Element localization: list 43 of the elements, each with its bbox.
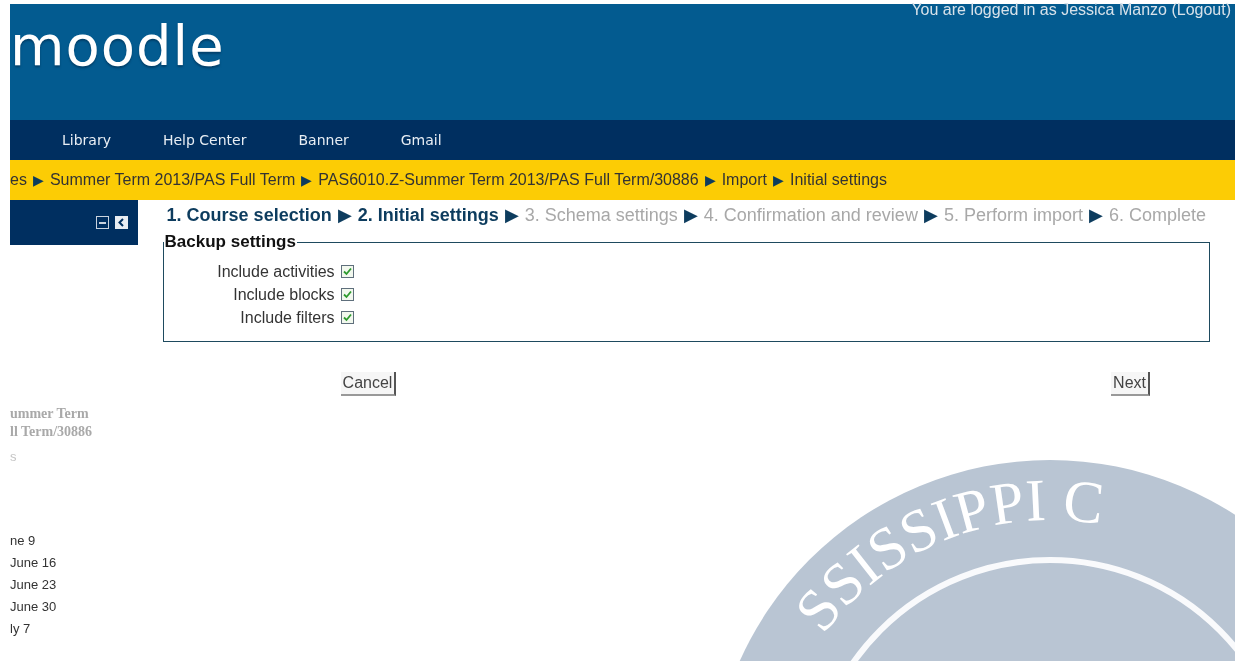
progress-step: 1. Course selection bbox=[166, 205, 332, 225]
nav-link[interactable]: Library bbox=[62, 132, 111, 148]
breadcrumb-link[interactable]: Summer Term 2013/PAS Full Term bbox=[49, 171, 296, 189]
checkbox[interactable] bbox=[340, 265, 354, 278]
cancel-button[interactable]: Cancel bbox=[340, 372, 397, 396]
next-button[interactable]: Next bbox=[1111, 372, 1150, 396]
breadcrumb-link[interactable]: PAS6010.Z-Summer Term 2013/PAS Full Term/30886 bbox=[318, 171, 699, 189]
collapse-icon[interactable] bbox=[114, 216, 128, 229]
progress-step: 4. Confirmation and review bbox=[703, 205, 918, 225]
nav-link[interactable]: Help Center bbox=[162, 132, 247, 148]
separator-icon: ▶ bbox=[301, 172, 313, 188]
progress-step: 3. Schema settings bbox=[524, 205, 678, 225]
nav-link[interactable]: Banner bbox=[298, 132, 349, 148]
separator-icon: ▶ bbox=[923, 205, 938, 225]
checkbox[interactable] bbox=[340, 288, 354, 301]
breadcrumb-link[interactable]: Initial settings bbox=[790, 171, 887, 189]
separator-icon: ▶ bbox=[704, 172, 716, 188]
progress-step: 5. Perform import bbox=[943, 205, 1083, 225]
separator-icon: ▶ bbox=[1088, 205, 1103, 225]
option-label: Include blocks bbox=[233, 285, 335, 304]
panel-legend: Backup settings bbox=[163, 232, 297, 252]
separator-icon: ▶ bbox=[773, 172, 784, 188]
separator-icon: ▶ bbox=[504, 205, 519, 225]
checkbox[interactable] bbox=[340, 311, 354, 324]
week-link[interactable]: June 23 bbox=[10, 574, 138, 596]
separator-icon: ▶ bbox=[32, 172, 44, 188]
login-info: You are logged in as Jessica Manzo (Logout) bbox=[911, 1, 1231, 19]
progress-step: 6. Complete bbox=[1108, 205, 1206, 225]
site-logo[interactable]: moodle bbox=[10, 14, 225, 78]
sidebar-text: s bbox=[10, 449, 18, 464]
separator-icon: ▶ bbox=[337, 205, 352, 225]
nav-link[interactable]: Gmail bbox=[400, 132, 442, 148]
week-link[interactable]: June 16 bbox=[10, 552, 138, 574]
breadcrumb-link[interactable]: es bbox=[10, 171, 27, 189]
minimize-icon[interactable] bbox=[95, 216, 109, 229]
breadcrumb-link[interactable]: Import bbox=[721, 171, 767, 189]
week-link[interactable]: ly 7 bbox=[10, 618, 138, 640]
option-label: Include filters bbox=[240, 308, 335, 327]
progress-step: 2. Initial settings bbox=[357, 205, 499, 225]
separator-icon: ▶ bbox=[683, 205, 698, 225]
week-link[interactable]: June 30 bbox=[10, 596, 138, 618]
week-link[interactable]: ne 9 bbox=[10, 530, 138, 552]
option-label: Include activities bbox=[217, 262, 335, 281]
